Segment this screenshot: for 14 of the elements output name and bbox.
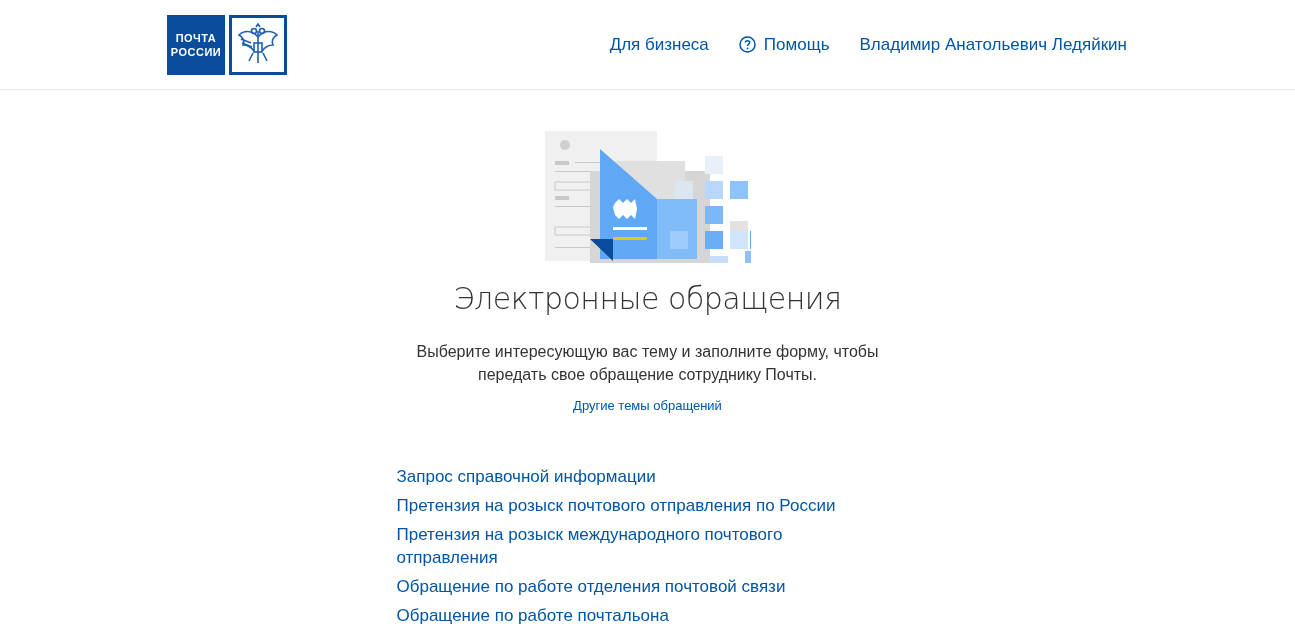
topic-link[interactable]: Претензия на розыск почтового отправления по России bbox=[396, 494, 887, 517]
emblem-logo[interactable] bbox=[229, 14, 287, 75]
topic-link[interactable]: Претензия на розыск международного почтового отправления bbox=[396, 523, 887, 569]
page-title: Электронные обращения bbox=[453, 281, 842, 316]
nav-link[interactable]: Владимир Анатольевич Ледяйкин bbox=[859, 34, 1127, 55]
help-icon bbox=[738, 36, 756, 53]
nav-link[interactable]: Для бизнеса bbox=[609, 34, 709, 55]
topic-link[interactable]: Запрос справочной информации bbox=[396, 465, 887, 488]
topic-link[interactable]: Обращение по работе отделения почтовой связи bbox=[396, 575, 887, 598]
description-text: Выберите интересующую вас тему и заполните форму, чтобы передать свое обращение сотруднику Почты. bbox=[415, 342, 880, 385]
help-link[interactable]: Помощь bbox=[738, 34, 830, 55]
other-topics-link[interactable]: Другие темы обращений bbox=[573, 398, 722, 413]
logo[interactable]: ПОЧТА РОССИИ bbox=[167, 14, 225, 75]
topic-link[interactable]: Обращение по работе почтальона bbox=[396, 604, 887, 627]
